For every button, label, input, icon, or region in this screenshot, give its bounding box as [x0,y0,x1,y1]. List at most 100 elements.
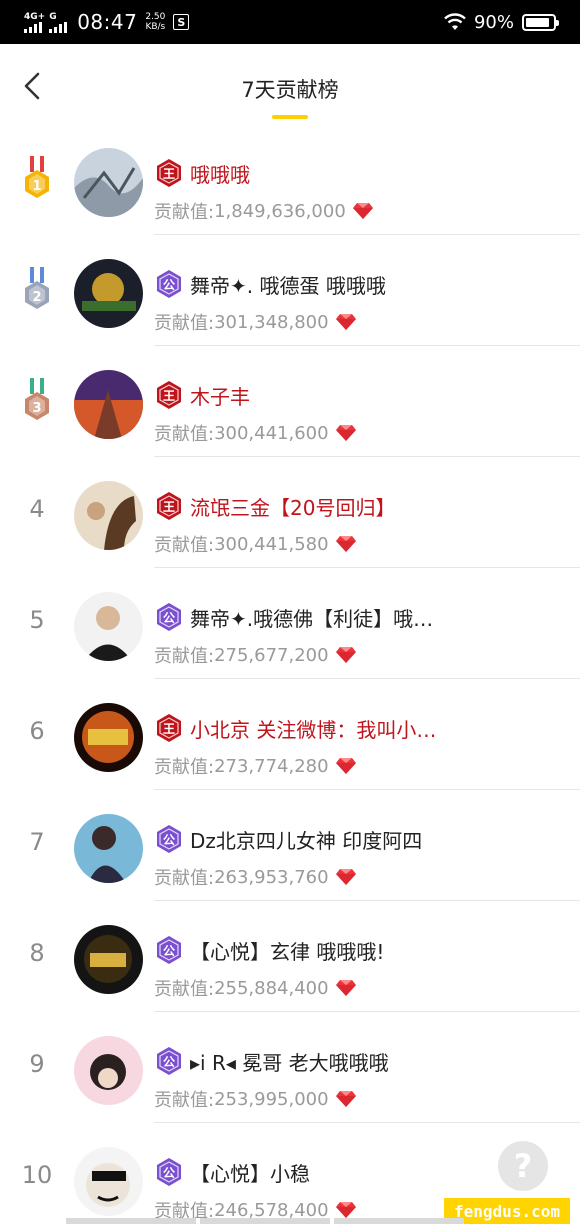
contribution-label: 贡献值: [154,535,215,556]
badge-label: 王 [163,167,175,181]
contribution-amount: 273,774,280 [214,755,329,777]
contribution-label: 贡献值: [154,202,215,223]
rank-number: 7 [29,828,45,856]
badge-label: 王 [163,722,175,736]
king-badge-icon: 王 [157,159,181,187]
list-item[interactable]: 6 王 小北京 关注微博：我叫小… 贡献值: 273,774,280 [0,679,580,790]
king-badge-icon: 王 [157,714,181,742]
status-bar: 4G+ G 08:47 2.50 KB/s S 90% [0,0,580,44]
network-speed: 2.50 KB/s [145,12,165,32]
contribution-amount: 1,849,636,000 [214,200,346,222]
network-indicator-2: G [49,11,68,33]
list-item[interactable]: 4 王 流氓三金【20号回归】 贡献值: 300,441,580 [0,457,580,568]
contribution-amount: 255,884,400 [214,977,329,999]
list-item[interactable]: 7 公 Dz北京四儿女神 印度阿四 贡献值: 263,953,760 [0,790,580,901]
contribution-amount: 300,441,600 [214,422,329,444]
contribution-value: 贡献值: 300,441,600 [154,420,357,446]
rank-number: 10 [21,1161,53,1189]
user-name[interactable]: 木子丰 [190,381,480,410]
avatar[interactable] [74,370,143,439]
contribution-label: 贡献值: [154,646,215,667]
contribution-value: 贡献值: 301,348,800 [154,309,357,335]
badge-label: 公 [163,1055,175,1069]
list-item[interactable]: 3 王 木子丰 贡献值: 300,441,600 [0,346,580,457]
contribution-label: 贡献值: [154,979,215,1000]
medal-icon: 2 [25,267,49,309]
user-name[interactable]: 舞帝✦. 哦德蛋 哦哦哦 [190,270,480,299]
avatar[interactable] [74,814,143,883]
list-item[interactable]: 8 公 【心悦】玄律 哦哦哦! 贡献值: 255,884,400 [0,901,580,1012]
duke-badge-icon: 公 [157,1047,181,1075]
avatar[interactable] [74,148,143,217]
wifi-icon [444,13,466,30]
badge-label: 王 [163,500,175,514]
help-button[interactable]: ? [498,1141,548,1191]
medal-icon: 1 [25,156,49,198]
gem-icon [335,536,356,552]
duke-badge-icon: 公 [157,825,181,853]
medal-rank: 2 [32,290,41,305]
duke-badge-icon: 公 [157,936,181,964]
gem-icon [352,203,373,219]
rank-number: 8 [29,939,45,967]
gem-icon [335,314,356,330]
avatar[interactable] [74,1036,143,1105]
user-name[interactable]: 小北京 关注微博：我叫小… [190,714,480,743]
duke-badge-icon: 公 [157,603,181,631]
contribution-value: 贡献值: 275,677,200 [154,642,357,668]
rank-number: 5 [29,606,45,634]
duke-badge-icon: 公 [157,270,181,298]
avatar[interactable] [74,259,143,328]
avatar[interactable] [74,1147,143,1216]
clock: 08:47 [77,10,138,34]
user-name[interactable]: Dz北京四儿女神 印度阿四 [190,825,480,854]
badge-label: 公 [163,944,175,958]
signal-bars-icon [49,21,68,33]
contribution-amount: 263,953,760 [214,866,329,888]
medal-rank: 3 [32,401,41,416]
user-name[interactable]: 哦哦哦 [190,159,480,188]
gem-icon [335,980,356,996]
header: 7天贡献榜 [0,44,580,124]
gem-icon [335,758,356,774]
list-item[interactable]: 2 公 舞帝✦. 哦德蛋 哦哦哦 贡献值: 301,348,800 [0,235,580,346]
contribution-value: 贡献值: 253,995,000 [154,1086,357,1112]
contribution-label: 贡献值: [154,757,215,778]
contribution-value: 贡献值: 255,884,400 [154,975,357,1001]
rank-number: 6 [29,717,45,745]
list-item[interactable]: 1 王 哦哦哦 贡献值: 1,849,636,000 [0,124,580,235]
rank-number: 9 [29,1050,45,1078]
medal-rank: 1 [32,179,41,194]
badge-label: 公 [163,1166,175,1180]
contribution-label: 贡献值: [154,313,215,334]
contribution-label: 贡献值: [154,424,215,445]
avatar[interactable] [74,703,143,772]
user-name[interactable]: 流氓三金【20号回归】 [190,492,480,521]
badge-label: 公 [163,833,175,847]
avatar[interactable] [74,592,143,661]
contribution-value: 贡献值: 263,953,760 [154,864,357,890]
user-name[interactable]: 【心悦】小稳 [190,1158,480,1187]
contribution-label: 贡献值: [154,1090,215,1111]
user-name[interactable]: 【心悦】玄律 哦哦哦! [190,936,480,965]
battery-percentage: 90% [473,11,514,33]
contribution-amount: 300,441,580 [214,533,329,555]
king-badge-icon: 王 [157,381,181,409]
bottom-nav-bars [66,1218,464,1224]
network-indicator-1: 4G+ [24,12,45,33]
avatar[interactable] [74,925,143,994]
gem-icon [335,1091,356,1107]
sim-icon: S [173,14,190,30]
network-label-2: G [49,11,57,22]
contribution-label: 贡献值: [154,868,215,889]
contribution-value: 贡献值: 273,774,280 [154,753,357,779]
network-label-1: 4G+ [24,11,46,22]
badge-label: 公 [163,611,175,625]
list-item[interactable]: 9 公 ▸i R◂ 冕哥 老大哦哦哦 贡献值: 253,995,000 [0,1012,580,1123]
list-item[interactable]: 5 公 舞帝✦.哦德佛【利徒】哦… 贡献值: 275,677,200 [0,568,580,679]
user-name[interactable]: 舞帝✦.哦德佛【利徒】哦… [190,603,480,632]
user-name[interactable]: ▸i R◂ 冕哥 老大哦哦哦 [190,1047,480,1076]
contribution-amount: 275,677,200 [214,644,329,666]
avatar[interactable] [74,481,143,550]
battery-level-fill [526,17,550,27]
